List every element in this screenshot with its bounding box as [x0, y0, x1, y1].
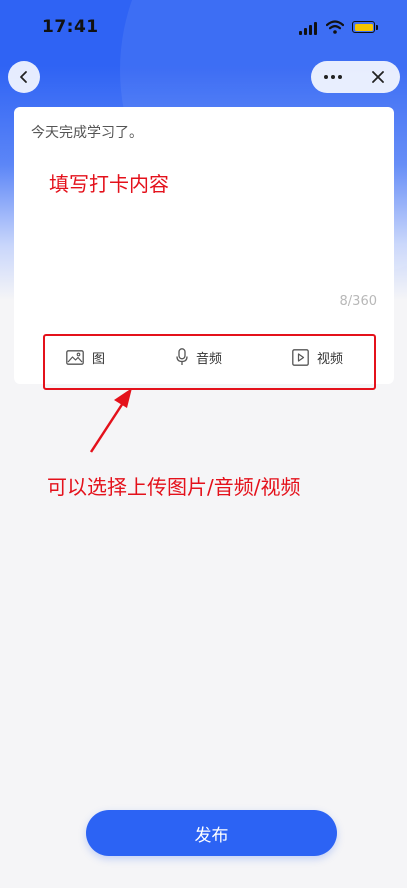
battery-icon: [352, 21, 380, 34]
annotation-fill-content: 填写打卡内容: [49, 172, 169, 196]
char-counter: 8/360: [339, 294, 377, 309]
back-button[interactable]: [8, 61, 40, 93]
more-button[interactable]: [311, 61, 355, 93]
chevron-left-icon: [20, 71, 27, 83]
signal-icon: [299, 22, 319, 35]
close-icon: [372, 71, 384, 83]
wifi-icon: [326, 20, 344, 34]
annotation-highlight-box: [43, 334, 376, 390]
more-dots-icon: [324, 75, 342, 79]
content-textarea[interactable]: 今天完成学习了。: [31, 123, 377, 313]
status-bar: 17:41: [0, 0, 407, 56]
annotation-upload-hint: 可以选择上传图片/音频/视频: [47, 475, 301, 499]
miniprogram-capsule: [311, 61, 400, 93]
status-time: 17:41: [42, 17, 99, 37]
publish-button[interactable]: 发布: [86, 810, 337, 856]
close-button[interactable]: [356, 61, 400, 93]
